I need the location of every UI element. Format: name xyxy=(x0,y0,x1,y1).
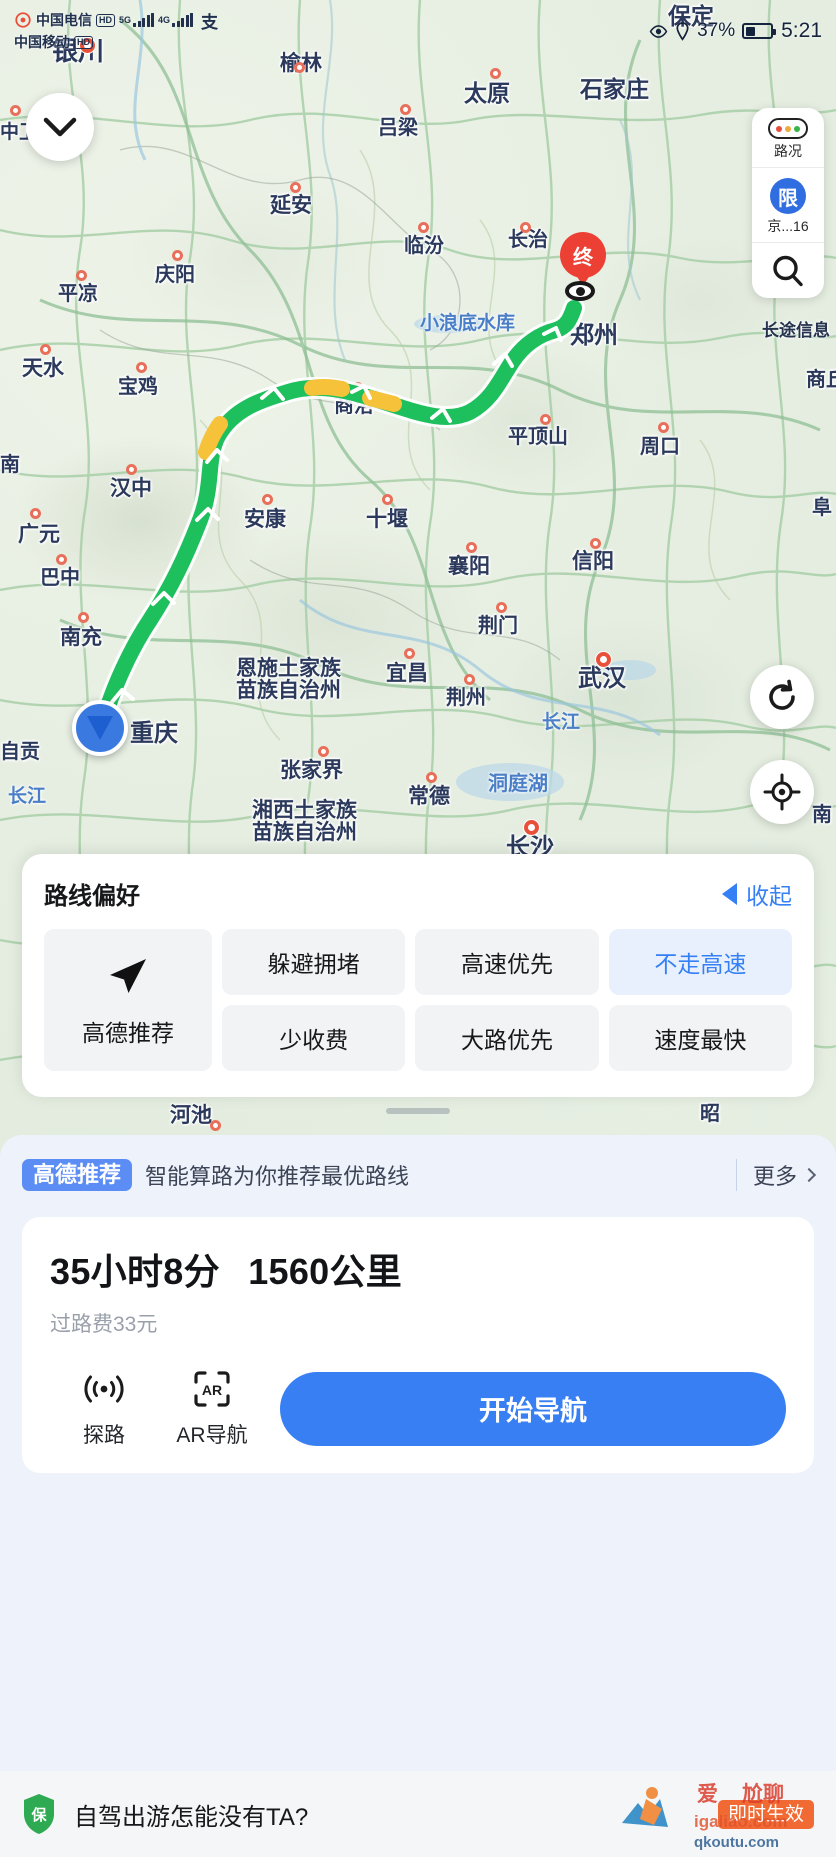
map-city-dot xyxy=(294,62,305,73)
restriction-button[interactable]: 限 京...16 xyxy=(752,167,824,242)
recommendation-more-button[interactable]: 更多 xyxy=(735,1159,817,1191)
route-action-row: 探路 AR AR导航 开始导航 xyxy=(50,1368,786,1449)
map-city-dot xyxy=(596,652,611,667)
map-city-dot xyxy=(262,494,273,505)
map-city-dot xyxy=(464,674,475,685)
insurance-banner[interactable]: 保 自驾出游怎能没有TA? 即时生效 xyxy=(0,1771,836,1857)
map-city-dot xyxy=(352,382,363,393)
route-result-sheet: 高德推荐 智能算路为你推荐最优路线 更多 35小时8分 1560公里 过路费33… xyxy=(0,1135,836,1857)
preference-chip-recommended-label: 高德推荐 xyxy=(82,1020,174,1046)
route-toll: 过路费33元 xyxy=(50,1313,158,1336)
recommendation-text: 智能算路为你推荐最优路线 xyxy=(145,1164,410,1189)
preference-chip-avoid-congestion[interactable]: 躲避拥堵 xyxy=(222,929,406,995)
long-distance-info-label[interactable]: 长途信息 xyxy=(762,316,830,341)
preference-collapse-label: 收起 xyxy=(746,882,792,909)
recommendation-banner: 高德推荐 智能算路为你推荐最优路线 更多 xyxy=(0,1151,836,1199)
map-city-dot xyxy=(78,612,89,623)
end-marker-label: 终 xyxy=(560,232,606,278)
map-city-dot xyxy=(76,270,87,281)
start-navigation-button[interactable]: 开始导航 xyxy=(280,1371,786,1446)
preference-chip-grid: 高德推荐 躲避拥堵 高速优先 不走高速 少收费 大路优先 速度最快 xyxy=(44,929,792,1071)
route-duration: 35小时8分 xyxy=(50,1251,220,1292)
search-icon xyxy=(773,255,803,287)
sheet-drag-handle[interactable] xyxy=(386,1108,450,1114)
preference-chip-fastest[interactable]: 速度最快 xyxy=(608,1005,792,1071)
map-city-dot xyxy=(496,602,507,613)
insurance-text: 自驾出游怎能没有TA? xyxy=(74,1803,309,1831)
map-city-dot xyxy=(658,422,669,433)
map-city-dot xyxy=(80,38,95,53)
route-summary-card[interactable]: 35小时8分 1560公里 过路费33元 探路 AR AR导航 开始导航 xyxy=(22,1217,814,1473)
chevron-right-icon xyxy=(801,1167,817,1183)
ar-navigation-label: AR导航 xyxy=(176,1424,248,1447)
map-city-dot xyxy=(404,648,415,659)
refresh-icon xyxy=(769,679,795,710)
map-city-dot xyxy=(210,1120,221,1131)
radar-icon xyxy=(84,1375,124,1403)
restriction-icon: 限 xyxy=(770,178,806,214)
map-city-dot xyxy=(590,538,601,549)
insurance-shield-icon: 保 xyxy=(22,1793,56,1835)
map-city-dot xyxy=(400,104,411,115)
map-city-dot xyxy=(544,331,555,342)
triangle-left-icon xyxy=(722,882,737,905)
map-city-dot xyxy=(10,105,21,116)
recommendation-tag: 高德推荐 xyxy=(22,1159,133,1191)
route-end-marker[interactable]: 终 xyxy=(560,232,606,278)
explore-route-button[interactable]: 探路 xyxy=(50,1368,158,1449)
svg-text:保: 保 xyxy=(30,1806,47,1824)
preference-collapse-button[interactable]: 收起 xyxy=(722,877,792,911)
map-city-dot xyxy=(290,182,301,193)
traffic-toggle-label: 路况 xyxy=(774,143,802,159)
explore-route-label: 探路 xyxy=(83,1424,125,1447)
preference-chip-less-toll[interactable]: 少收费 xyxy=(222,1005,406,1071)
map-tool-panel: 路况 限 京...16 xyxy=(752,108,824,298)
map-city-dot xyxy=(540,414,551,425)
ar-icon: AR xyxy=(194,1371,230,1407)
paper-plane-icon xyxy=(110,959,146,993)
chevron-down-icon xyxy=(43,117,77,137)
preference-chip-main-road-first[interactable]: 大路优先 xyxy=(415,1005,599,1071)
end-marker-anchor xyxy=(562,279,598,303)
route-start-marker[interactable] xyxy=(72,700,128,756)
map-city-dot xyxy=(426,772,437,783)
recommendation-more-label: 更多 xyxy=(752,1164,797,1189)
app-root: 银川保定榆林太原石家庄中卫吕梁延安临汾长治庆阳平凉郑州天水宝鸡商洛平顶山周口汉中… xyxy=(0,0,836,1857)
map-city-dot xyxy=(126,464,137,475)
map-city-dot xyxy=(418,222,429,233)
route-distance: 1560公里 xyxy=(248,1251,403,1292)
route-headline: 35小时8分 1560公里 xyxy=(50,1243,786,1295)
preference-header: 路线偏好 收起 xyxy=(44,876,792,911)
ar-navigation-button[interactable]: AR AR导航 xyxy=(158,1368,266,1449)
route-preference-panel: 路线偏好 收起 高德推荐 躲避拥堵 高速优先 不走高速 少收费 大路优先 速度最… xyxy=(22,854,814,1097)
map-city-dot xyxy=(136,362,147,373)
map-city-dot xyxy=(318,746,329,757)
refresh-route-button[interactable] xyxy=(750,665,814,729)
map-search-button[interactable] xyxy=(752,242,824,298)
preference-chip-highway-first[interactable]: 高速优先 xyxy=(415,929,599,995)
map-city-dot xyxy=(524,820,539,835)
crosshair-icon xyxy=(763,773,801,811)
map-city-dot xyxy=(382,494,393,505)
map-city-dot xyxy=(40,344,51,355)
traffic-toggle-button[interactable]: 路况 xyxy=(752,108,824,167)
map-city-dot xyxy=(56,554,67,565)
insurance-badge: 即时生效 xyxy=(717,1799,814,1829)
map-city-dot xyxy=(172,250,183,261)
locate-me-button[interactable] xyxy=(750,760,814,824)
map-city-dot xyxy=(490,68,501,79)
traffic-light-icon xyxy=(768,118,808,139)
preference-chip-no-highway[interactable]: 不走高速 xyxy=(608,929,792,995)
preference-title: 路线偏好 xyxy=(44,883,140,910)
map-city-dot xyxy=(30,508,41,519)
restriction-label: 京...16 xyxy=(767,218,809,234)
map-city-dot xyxy=(466,542,477,553)
collapse-button[interactable] xyxy=(26,93,94,161)
navigation-arrow-icon xyxy=(87,716,113,740)
svg-text:AR: AR xyxy=(202,1382,222,1398)
map-city-dot xyxy=(520,222,531,233)
preference-chip-recommended[interactable]: 高德推荐 xyxy=(44,929,212,1071)
